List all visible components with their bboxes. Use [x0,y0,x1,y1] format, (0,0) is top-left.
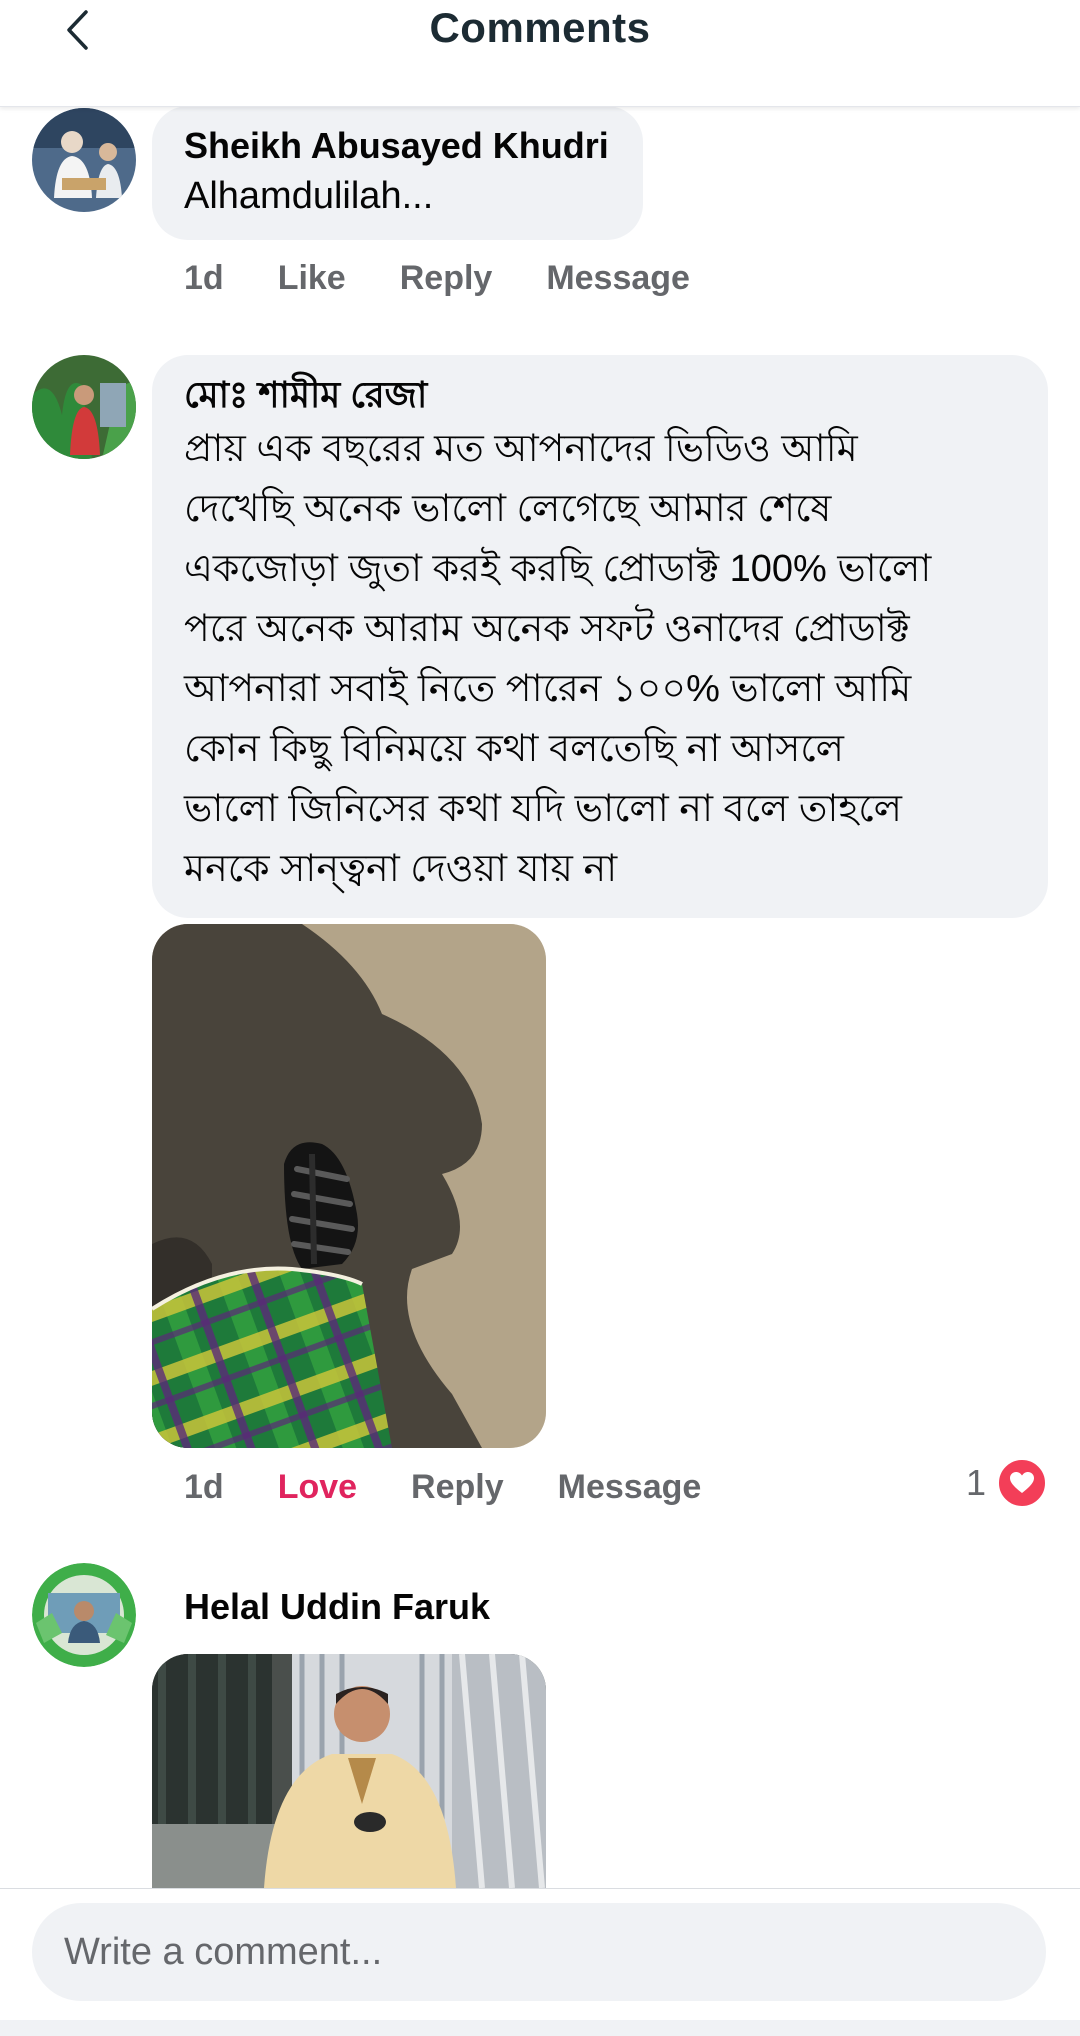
header-bar: Comments [0,0,1080,107]
heart-icon [996,1457,1048,1509]
reaction-count: 1 [965,1462,986,1503]
comment-photo[interactable] [152,1654,546,1888]
comment-text-line: মনকে সান্ত্বনা দেওয়া যায় না [184,848,618,890]
comment-text-line: দেখেছি অনেক ভালো লেগেছে আমার শেষে [184,488,832,530]
page-title: Comments [429,4,651,51]
reaction-summary[interactable]: 1 [966,1457,1048,1509]
comment-bubble[interactable]: মোঃ শামীম রেজা প্রায় এক বছরের মত আপনাদে… [152,355,1048,918]
comment-text-line: কোন কিছু বিনিময়ে কথা বলতেছি না আসলে [184,728,844,770]
reply-button[interactable]: Reply [400,256,493,300]
comment-time: 1d [184,1468,224,1506]
comment-author[interactable]: Helal Uddin Faruk [184,1583,490,1631]
message-button[interactable]: Message [546,256,690,300]
comment-composer [0,1888,1080,2036]
comment-text-line: আপনারা সবাই নিতে পারেন ১০০% ভালো আমি [184,668,912,710]
comment-photo[interactable] [152,924,546,1448]
comment-text-line: পরে অনেক আরাম অনেক সফট ওনাদের প্রোডাক্ট [184,608,910,650]
comment-text: Alhamdulilah... [184,175,434,217]
comment-text-line: একজোড়া জুতা করই করছি প্রোডাক্ট 100% ভাল… [184,548,932,590]
comment-time: 1d [184,259,224,297]
comment-actions: 1d Love Reply Message [184,1465,755,1509]
love-reaction-button[interactable]: Love [278,1465,357,1509]
avatar[interactable] [32,355,136,459]
avatar[interactable] [32,1563,136,1667]
comment-text: প্রায় এক বছরের মত আপনাদের ভিডিও আমি দেখ… [184,419,1018,899]
comment-input[interactable] [32,1903,1046,2001]
comment-actions: 1d Like Reply Message [184,256,744,300]
comment-text-line: ভালো জিনিসের কথা যদি ভালো না বলে তাহলে [184,788,902,830]
comment-text-line: প্রায় এক বছরের মত আপনাদের ভিডিও আমি [184,428,858,470]
bottom-divider [0,2020,1080,2036]
comment-bubble[interactable]: Sheikh Abusayed Khudri Alhamdulilah... [152,106,643,240]
reply-button[interactable]: Reply [411,1465,504,1509]
avatar[interactable] [32,108,136,212]
comment-author[interactable]: মোঃ শামীম রেজা [184,371,1018,419]
comment-author[interactable]: Sheikh Abusayed Khudri [184,122,613,170]
like-button[interactable]: Like [278,256,346,300]
message-button[interactable]: Message [558,1465,702,1509]
